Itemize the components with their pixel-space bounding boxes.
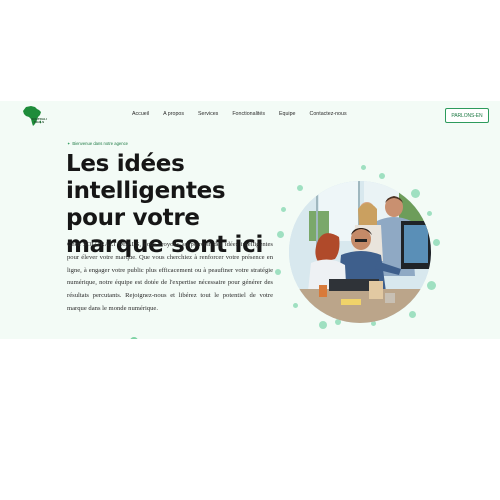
decorative-dot <box>319 321 327 329</box>
welcome-text: Bienvenue dans notre agence <box>72 141 129 146</box>
welcome-tag: ✦ Bienvenue dans notre agence <box>67 141 128 146</box>
decorative-dot <box>427 281 436 290</box>
team-photo-illustration <box>289 181 431 323</box>
decorative-dot <box>297 185 303 191</box>
sparkle-icon: ✦ <box>67 141 71 146</box>
logo[interactable]: SOUTRALI DEALS <box>20 105 47 127</box>
nav-item-services[interactable]: Services <box>198 111 218 117</box>
decorative-dot <box>293 303 298 308</box>
nav-item-equipe[interactable]: Equipe <box>279 111 296 117</box>
main-nav: Accueil A propos Services Fonctionalités… <box>132 111 361 117</box>
nav-item-a-propos[interactable]: A propos <box>163 111 184 117</box>
decorative-dot <box>411 189 420 198</box>
decorative-dot <box>275 269 281 275</box>
parlons-en-button[interactable]: PARLONS-EN <box>445 108 489 123</box>
nav-item-contact[interactable]: Contactez-nous <box>310 111 347 117</box>
hero-page: SOUTRALI DEALS Accueil A propos Services… <box>0 101 500 339</box>
decorative-dot <box>130 337 138 339</box>
decorative-dot <box>433 239 440 246</box>
decorative-dot <box>361 165 366 170</box>
team-photo <box>289 181 431 323</box>
decorative-dot <box>281 207 286 212</box>
decorative-dot <box>409 311 416 318</box>
hero-description: Chez SOUTRALI DEALS, nous croyons au pou… <box>67 241 273 312</box>
decorative-dot <box>427 211 432 216</box>
nav-item-accueil[interactable]: Accueil <box>132 111 149 117</box>
decorative-dot <box>379 173 385 179</box>
site-header: SOUTRALI DEALS Accueil A propos Services… <box>0 101 500 129</box>
logo-text: SOUTRALI DEALS <box>31 117 47 124</box>
hero-illustration <box>275 161 445 331</box>
nav-item-fonctionalites[interactable]: Fonctionalités <box>232 111 265 117</box>
decorative-dot <box>277 231 284 238</box>
